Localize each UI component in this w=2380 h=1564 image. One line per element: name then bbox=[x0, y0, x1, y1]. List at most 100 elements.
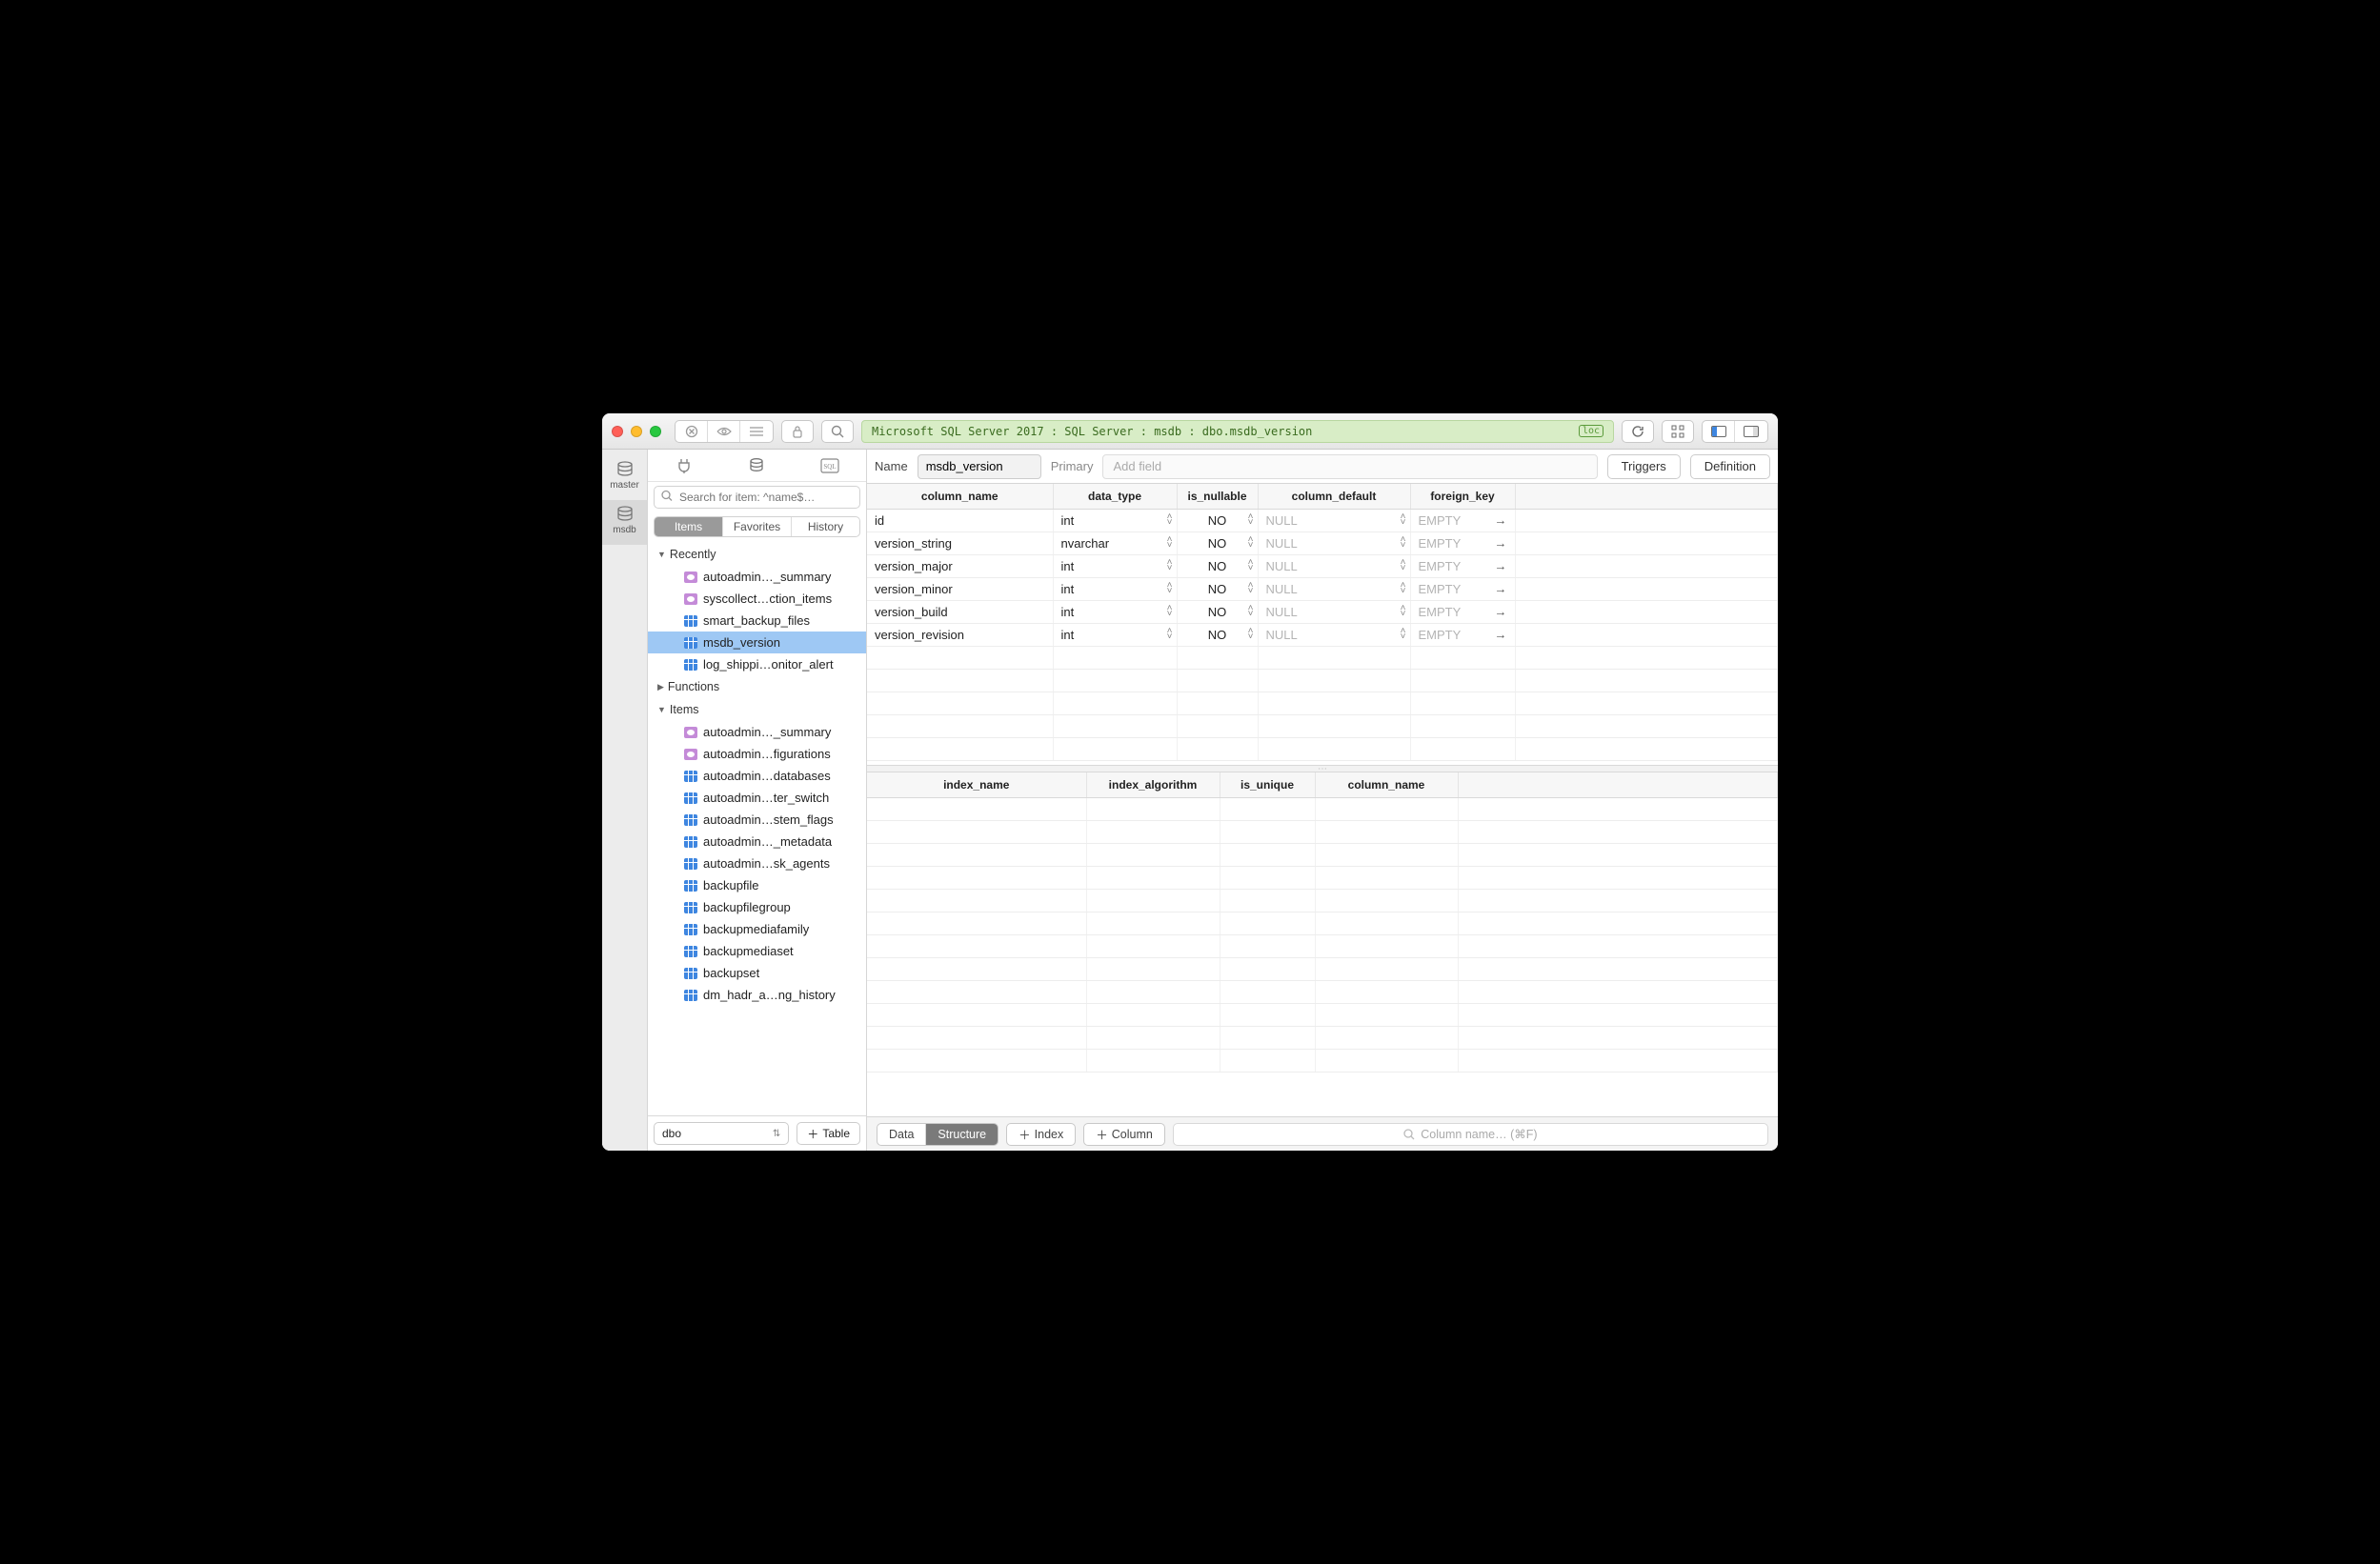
tree-item[interactable]: autoadmin…_metadata bbox=[648, 831, 866, 852]
split-handle[interactable]: ⋯ bbox=[867, 765, 1778, 772]
add-table-button[interactable]: ＋ Table bbox=[797, 1122, 860, 1145]
minimize-window-button[interactable] bbox=[631, 426, 642, 437]
tree-item[interactable]: autoadmin…sk_agents bbox=[648, 852, 866, 874]
column-row[interactable]: version_minorint˄˅NO˄˅NULL˄˅EMPTY→ bbox=[867, 577, 1778, 600]
stepper-icon[interactable]: ˄˅ bbox=[1167, 606, 1173, 617]
column-row[interactable]: version_buildint˄˅NO˄˅NULL˄˅EMPTY→ bbox=[867, 600, 1778, 623]
arrow-right-icon[interactable]: → bbox=[1495, 605, 1507, 619]
tree-item[interactable]: autoadmin…_summary bbox=[648, 566, 866, 588]
arrow-right-icon[interactable]: → bbox=[1495, 628, 1507, 642]
column-header[interactable]: foreign_key bbox=[1410, 484, 1515, 509]
arrow-right-icon[interactable]: → bbox=[1495, 582, 1507, 596]
stepper-icon[interactable]: ˄˅ bbox=[1167, 560, 1173, 571]
tree-section-recently[interactable]: Recently bbox=[648, 543, 866, 566]
add-field-input[interactable]: Add field bbox=[1102, 454, 1597, 479]
column-header[interactable]: is_nullable bbox=[1177, 484, 1258, 509]
column-header[interactable]: column_default bbox=[1258, 484, 1410, 509]
grid-icon[interactable] bbox=[1662, 420, 1694, 443]
stepper-icon[interactable]: ˄˅ bbox=[1401, 583, 1406, 594]
breadcrumb[interactable]: Microsoft SQL Server 2017 : SQL Server :… bbox=[861, 420, 1614, 443]
stepper-icon[interactable]: ˄˅ bbox=[1248, 514, 1254, 526]
column-row[interactable]: version_majorint˄˅NO˄˅NULL˄˅EMPTY→ bbox=[867, 554, 1778, 577]
stepper-icon[interactable]: ˄˅ bbox=[1401, 606, 1406, 617]
column-row[interactable]: idint˄˅NO˄˅NULL˄˅EMPTY→ bbox=[867, 509, 1778, 531]
column-filter-input[interactable]: Column name… (⌘F) bbox=[1173, 1123, 1768, 1146]
stepper-icon[interactable]: ˄˅ bbox=[1167, 537, 1173, 549]
triggers-button[interactable]: Triggers bbox=[1607, 454, 1681, 479]
tree-section-items[interactable]: Items bbox=[648, 698, 866, 721]
tree-item[interactable]: msdb_version bbox=[648, 632, 866, 653]
table-name-input[interactable] bbox=[918, 454, 1041, 479]
add-index-button[interactable]: ＋ Index bbox=[1006, 1123, 1076, 1146]
bottom-tab-structure[interactable]: Structure bbox=[926, 1124, 998, 1145]
tree-item[interactable]: backupset bbox=[648, 962, 866, 984]
sidebar-search-input[interactable] bbox=[654, 486, 860, 509]
arrow-right-icon[interactable]: → bbox=[1495, 536, 1507, 551]
tree-item[interactable]: autoadmin…_summary bbox=[648, 721, 866, 743]
index-header[interactable]: index_algorithm bbox=[1086, 772, 1220, 797]
tree-item[interactable]: backupfile bbox=[648, 874, 866, 896]
tree-item[interactable]: autoadmin…ter_switch bbox=[648, 787, 866, 809]
stepper-icon[interactable]: ˄˅ bbox=[1248, 583, 1254, 594]
environment-badge: loc bbox=[1579, 425, 1603, 437]
tree-item[interactable]: backupmediafamily bbox=[648, 918, 866, 940]
database-icon[interactable] bbox=[721, 457, 794, 474]
tree-item-label: backupfilegroup bbox=[703, 900, 791, 914]
tree-item[interactable]: smart_backup_files bbox=[648, 610, 866, 632]
stepper-icon[interactable]: ˄˅ bbox=[1401, 537, 1406, 549]
sidebar-segment-history[interactable]: History bbox=[792, 517, 859, 536]
tree-item[interactable]: backupmediaset bbox=[648, 940, 866, 962]
stepper-icon[interactable]: ˄˅ bbox=[1401, 514, 1406, 526]
tree-item[interactable]: autoadmin…stem_flags bbox=[648, 809, 866, 831]
tree-item[interactable]: autoadmin…databases bbox=[648, 765, 866, 787]
sidebar-segment-favorites[interactable]: Favorites bbox=[723, 517, 792, 536]
column-row[interactable]: version_revisionint˄˅NO˄˅NULL˄˅EMPTY→ bbox=[867, 623, 1778, 646]
add-column-button[interactable]: ＋ Column bbox=[1083, 1123, 1165, 1146]
index-header[interactable]: index_name bbox=[867, 772, 1086, 797]
stepper-icon[interactable]: ˄˅ bbox=[1248, 606, 1254, 617]
stepper-icon[interactable]: ˄˅ bbox=[1167, 629, 1173, 640]
zoom-window-button[interactable] bbox=[650, 426, 661, 437]
primary-key-label[interactable]: Primary bbox=[1051, 459, 1094, 473]
index-header[interactable]: is_unique bbox=[1220, 772, 1315, 797]
sql-icon[interactable]: SQL bbox=[794, 458, 866, 473]
stepper-icon[interactable]: ˄˅ bbox=[1401, 560, 1406, 571]
stepper-icon[interactable]: ˄˅ bbox=[1167, 583, 1173, 594]
tree-item[interactable]: dm_hadr_a…ng_history bbox=[648, 984, 866, 1006]
table-icon bbox=[684, 946, 697, 957]
database-rail-item[interactable]: master bbox=[602, 455, 647, 500]
column-row[interactable]: version_stringnvarchar˄˅NO˄˅NULL˄˅EMPTY→ bbox=[867, 531, 1778, 554]
sidebar-segment-items[interactable]: Items bbox=[655, 517, 723, 536]
tree-item[interactable]: log_shippi…onitor_alert bbox=[648, 653, 866, 675]
arrow-right-icon[interactable]: → bbox=[1495, 513, 1507, 528]
toggle-left-panel-icon[interactable] bbox=[1703, 421, 1735, 442]
toggle-right-panel-icon[interactable] bbox=[1735, 421, 1767, 442]
stepper-icon[interactable]: ˄˅ bbox=[1401, 629, 1406, 640]
column-header[interactable]: column_name bbox=[867, 484, 1053, 509]
tree-item[interactable]: backupfilegroup bbox=[648, 896, 866, 918]
eye-icon[interactable] bbox=[708, 421, 740, 442]
database-rail-item[interactable]: msdb bbox=[602, 500, 647, 545]
stepper-icon[interactable]: ˄˅ bbox=[1167, 514, 1173, 526]
stepper-icon[interactable]: ˄˅ bbox=[1248, 537, 1254, 549]
stepper-icon[interactable]: ˄˅ bbox=[1248, 560, 1254, 571]
empty-row: . bbox=[867, 934, 1778, 957]
close-window-button[interactable] bbox=[612, 426, 623, 437]
plug-icon[interactable] bbox=[648, 457, 720, 474]
column-header[interactable]: data_type bbox=[1053, 484, 1177, 509]
cancel-button[interactable] bbox=[676, 421, 708, 442]
tree-item[interactable]: syscollect…ction_items bbox=[648, 588, 866, 610]
tree-section-functions[interactable]: Functions bbox=[648, 675, 866, 698]
stepper-icon[interactable]: ˄˅ bbox=[1248, 629, 1254, 640]
definition-button[interactable]: Definition bbox=[1690, 454, 1770, 479]
schema-selector[interactable]: dbo ⇅ bbox=[654, 1122, 789, 1145]
search-icon[interactable] bbox=[821, 420, 854, 443]
refresh-icon[interactable] bbox=[1622, 420, 1654, 443]
bottom-tab-data[interactable]: Data bbox=[877, 1124, 926, 1145]
list-icon[interactable] bbox=[740, 421, 773, 442]
arrow-right-icon[interactable]: → bbox=[1495, 559, 1507, 573]
lock-icon[interactable] bbox=[781, 420, 814, 443]
index-header[interactable]: column_name bbox=[1315, 772, 1458, 797]
tree-item[interactable]: autoadmin…figurations bbox=[648, 743, 866, 765]
index-grid: index_nameindex_algorithmis_uniquecolumn… bbox=[867, 772, 1778, 1116]
